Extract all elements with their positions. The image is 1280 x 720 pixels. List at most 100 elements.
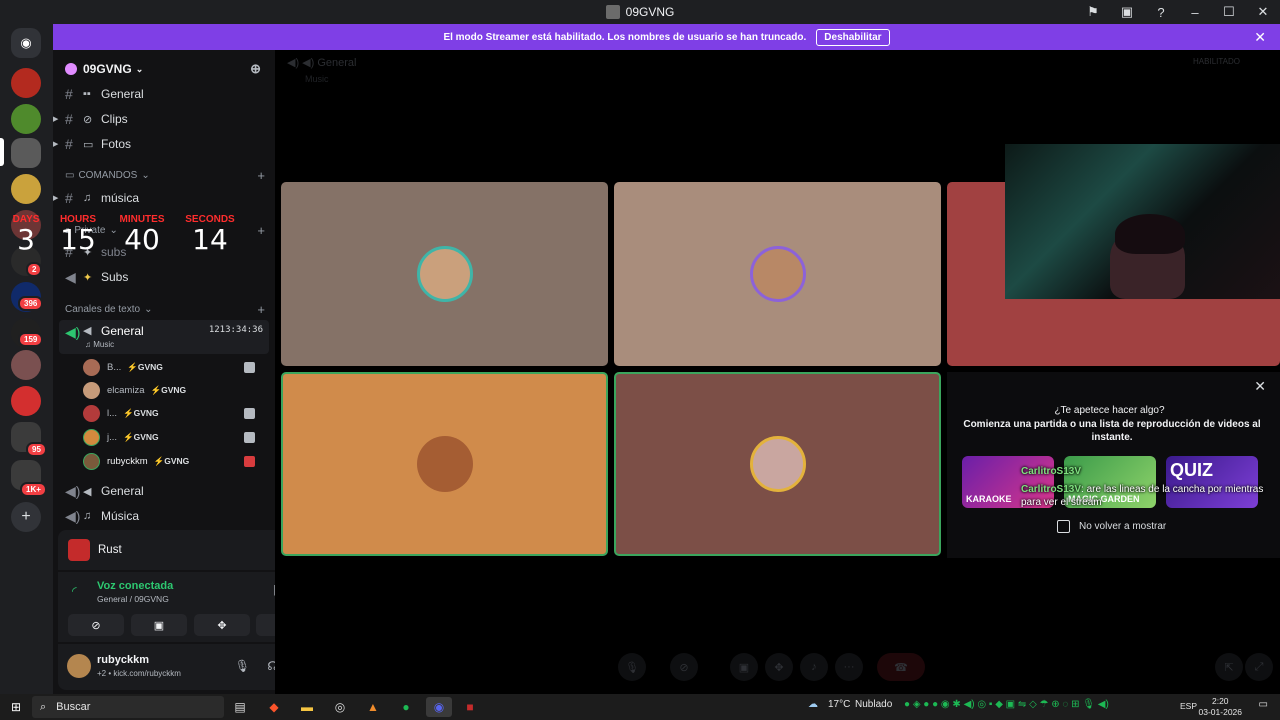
voice-channel-general[interactable]: ◀) ◀ General 1213:34:36 ♫ Music: [59, 320, 269, 354]
help-icon[interactable]: ?: [1144, 0, 1178, 24]
countdown-hours: HOURS 15: [58, 214, 98, 255]
channel-fotos[interactable]: ▶ # ▭ Fotos: [53, 133, 269, 155]
voice-user[interactable]: j... ⚡GVNG: [83, 426, 265, 448]
call-header-sub: Music: [305, 74, 329, 84]
category-text-channels[interactable]: Canales de texto ⌄ +: [65, 302, 265, 317]
server-header[interactable]: 09GVNG ⌄ ⊕: [53, 58, 275, 80]
channel-musica[interactable]: ▶ # ♫ música: [53, 187, 269, 209]
weather-desc[interactable]: Nublado: [855, 699, 892, 710]
voice-user[interactable]: elcamiza ⚡GVNG: [83, 379, 265, 401]
brave-browser-icon[interactable]: ◆: [264, 697, 284, 717]
unread-badge: 396: [18, 296, 44, 311]
participant-tile-speaking[interactable]: [614, 372, 941, 556]
server-tag-label: GVNG: [164, 455, 190, 466]
fullscreen-icon[interactable]: ⤢: [1245, 653, 1273, 681]
voice-channel-musica[interactable]: ◀) ♫ Música: [59, 505, 269, 527]
activity-card-label: QUIZ: [1170, 460, 1213, 480]
rust-icon[interactable]: ■: [460, 697, 480, 717]
maximize-button[interactable]: ☐: [1212, 0, 1246, 24]
system-clock[interactable]: 2:20 03-01-2026: [1199, 696, 1242, 718]
obs-icon[interactable]: ◎: [330, 697, 350, 717]
app-icon[interactable]: ▲: [363, 697, 383, 717]
voice-channel-general1[interactable]: ◀) ◀ General: [59, 480, 269, 502]
category-comandos[interactable]: ▭ COMANDOS ⌄ +: [65, 168, 265, 183]
discord-home-icon[interactable]: ◉: [11, 28, 41, 58]
activities-icon[interactable]: ✥: [765, 653, 793, 681]
activity-question: ¿Te apetece hacer algo?: [1054, 405, 1165, 416]
microphone-icon[interactable]: 🎙︎: [235, 659, 250, 673]
server-icon[interactable]: [11, 68, 41, 98]
add-channel-icon[interactable]: +: [257, 302, 265, 317]
task-view-icon[interactable]: ▤: [230, 697, 250, 717]
screen-icon[interactable]: ▣: [1110, 0, 1144, 24]
voice-status[interactable]: Voz conectada: [97, 580, 173, 592]
add-server-icon[interactable]: +: [11, 502, 41, 532]
inbox-flag-icon[interactable]: ⚑: [1076, 0, 1110, 24]
voice-user-name: j...: [107, 431, 118, 443]
voice-location[interactable]: General / 09GVNG: [97, 594, 169, 604]
mic-toggle-icon[interactable]: 🎙︎: [618, 653, 646, 681]
server-icon[interactable]: [11, 386, 41, 416]
input-language[interactable]: ESP: [1180, 701, 1197, 711]
music-note-icon: ♫: [83, 510, 92, 522]
screen-share-icon[interactable]: ▣: [730, 653, 758, 681]
activities-button[interactable]: ✥: [194, 614, 250, 636]
participant-tile[interactable]: [614, 182, 941, 366]
dont-show-checkbox[interactable]: [1057, 520, 1070, 533]
speaker-icon: ◀: [83, 325, 92, 337]
channel-clips[interactable]: ▶ # ⊘ Clips: [53, 108, 269, 130]
screen-share-button[interactable]: ▣: [131, 614, 187, 636]
server-tag: ⚡GVNG: [123, 431, 159, 442]
minimize-button[interactable]: –: [1178, 0, 1212, 24]
file-explorer-icon[interactable]: ▬: [297, 697, 317, 717]
server-badge-icon: [65, 63, 77, 75]
voice-user-name: rubyckkm: [107, 455, 148, 467]
spotify-icon[interactable]: ●: [396, 697, 416, 717]
windows-start-icon[interactable]: ⊞: [6, 697, 26, 717]
server-icon[interactable]: [11, 104, 41, 134]
close-window-button[interactable]: ✕: [1246, 0, 1280, 24]
activity-card[interactable]: QUIZ: [1166, 456, 1258, 508]
notifications-icon[interactable]: ▭: [1259, 699, 1268, 710]
camera-toggle-icon[interactable]: ⊘: [670, 653, 698, 681]
tray-spotify-icon[interactable]: ● ◈ ● ● ◉ ✱ ◀) ◎ ▪ ◆ ▣ ⇋ ◇ ☂ ⊕ ◌ ⊞ 🎙︎ ◀): [904, 699, 1109, 710]
unread-badge: 95: [26, 442, 47, 457]
server-tag: ⚡GVNG: [127, 361, 163, 372]
disable-streamer-button[interactable]: Deshabilitar: [816, 28, 890, 46]
close-icon[interactable]: ✕: [1254, 378, 1266, 395]
server-icon[interactable]: [11, 350, 41, 380]
voice-user[interactable]: rubyckkm ⚡GVNG: [83, 450, 265, 472]
weather-temp[interactable]: 17°C: [828, 699, 850, 710]
expand-arrow-icon: ▶: [53, 141, 59, 148]
close-icon[interactable]: ✕: [1254, 29, 1266, 46]
chat-message: para ver el stream: [1021, 497, 1102, 508]
server-icon[interactable]: [11, 174, 41, 204]
avatar[interactable]: [67, 654, 91, 678]
hang-up-button[interactable]: ☎: [877, 653, 925, 681]
weather-icon[interactable]: ☁: [808, 699, 818, 710]
deafened-icon: [244, 455, 255, 467]
participant-tile[interactable]: [281, 182, 608, 366]
soundboard-icon[interactable]: ♪: [800, 653, 828, 681]
windows-taskbar: ⊞ ⌕ Buscar ▤ ◆ ▬ ◎ ▲ ● ◉ ■ ☁ 17°C Nublad…: [0, 694, 1280, 720]
signal-icon[interactable]: ◜: [72, 584, 77, 598]
camera-off-button[interactable]: ⊘: [68, 614, 124, 636]
webcam-overlay: [1005, 144, 1280, 299]
server-folder-icon[interactable]: [11, 138, 41, 168]
popout-icon[interactable]: ⇱: [1215, 653, 1243, 681]
user-name[interactable]: rubyckkm: [97, 654, 149, 666]
more-icon[interactable]: ···: [835, 653, 863, 681]
add-channel-icon[interactable]: +: [257, 223, 265, 238]
channel-general[interactable]: # ▪▪ General: [59, 83, 269, 105]
add-channel-icon[interactable]: +: [257, 168, 265, 183]
channel-subs-voice[interactable]: ◀ ✦ Subs: [59, 266, 269, 288]
participant-tile-speaking[interactable]: [281, 372, 608, 556]
discord-taskbar-icon[interactable]: ◉: [426, 697, 452, 717]
voice-user[interactable]: B... ⚡GVNG: [83, 356, 265, 378]
expand-arrow-icon: ▶: [53, 116, 59, 123]
minutes-value: 40: [124, 223, 160, 256]
taskbar-search[interactable]: ⌕ Buscar: [32, 696, 224, 718]
server-name: 09GVNG: [83, 62, 132, 76]
add-member-icon[interactable]: ⊕: [250, 61, 261, 77]
voice-user[interactable]: l... ⚡GVNG: [83, 402, 265, 424]
